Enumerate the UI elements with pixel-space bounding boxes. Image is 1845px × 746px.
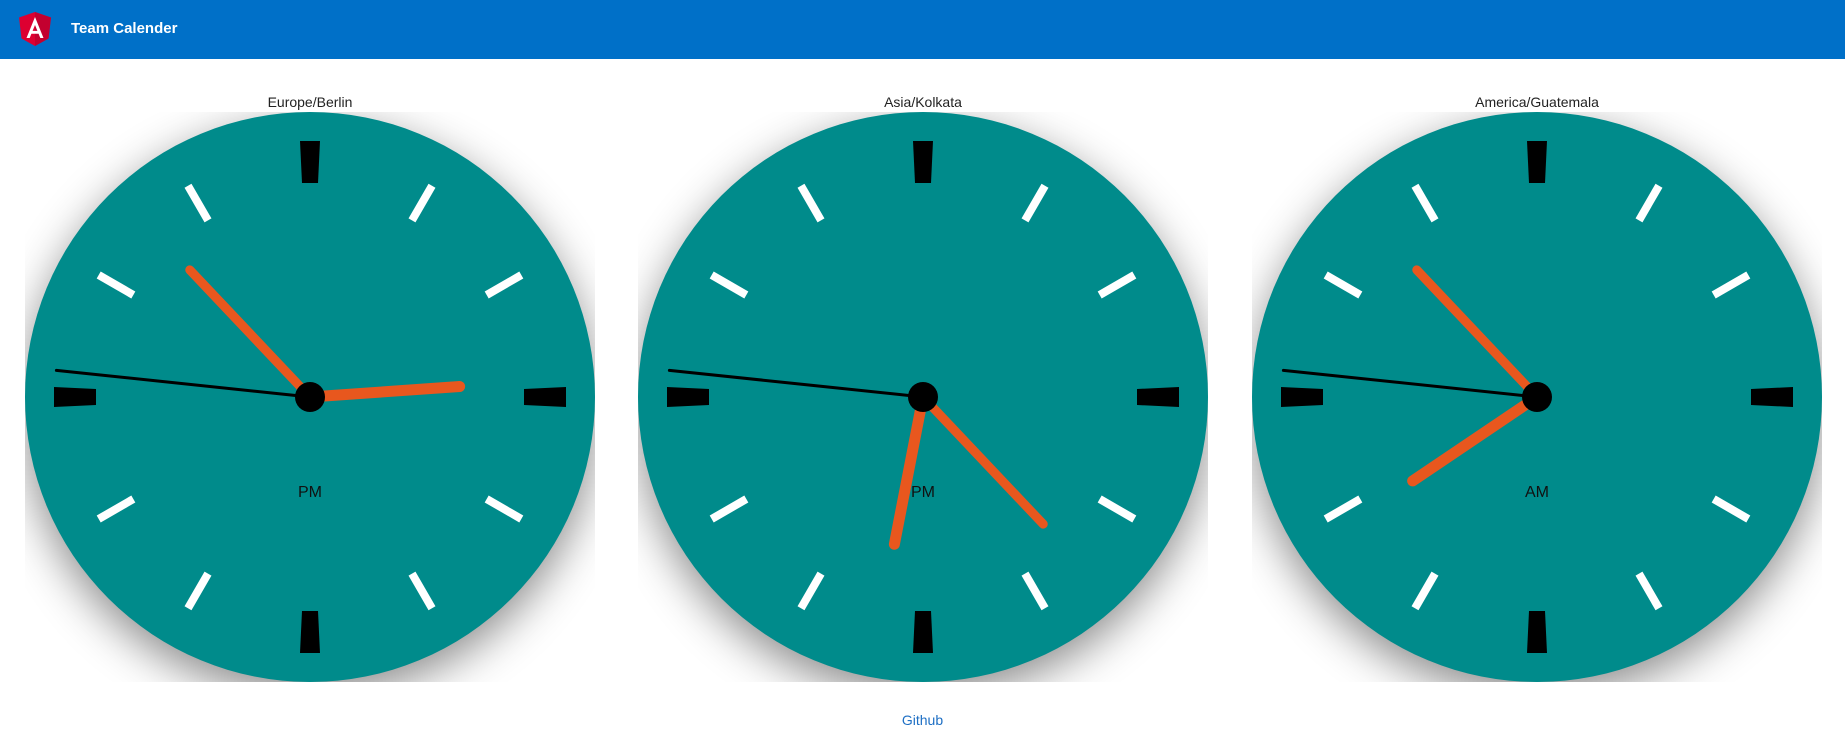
major-tick [1751,387,1793,407]
major-tick [54,387,96,407]
major-tick [300,611,320,653]
angular-logo-icon[interactable] [19,12,51,46]
analog-clock: AM [1252,112,1822,682]
app-title: Team Calender [71,20,178,37]
major-tick [1527,141,1547,183]
clock-europe-berlin: Europe/Berlin PM [25,94,595,684]
am-pm-label: AM [1525,484,1549,501]
major-tick [667,387,709,407]
major-tick [1137,387,1179,407]
clock-asia-kolkata: Asia/Kolkata PM [638,94,1208,684]
clock-america-guatemala: America/Guatemala AM [1252,94,1822,684]
analog-clock: PM [25,112,595,682]
clock-timezone-label: America/Guatemala [1475,94,1599,110]
clock-timezone-label: Asia/Kolkata [884,94,962,110]
analog-clock: PM [638,112,1208,682]
major-tick [1527,611,1547,653]
center-cap [1522,382,1552,412]
top-toolbar: Team Calender [0,0,1845,59]
center-cap [908,382,938,412]
am-pm-label: PM [298,484,322,501]
am-pm-label: PM [911,484,935,501]
major-tick [300,141,320,183]
major-tick [524,387,566,407]
clock-timezone-label: Europe/Berlin [267,94,353,110]
github-link[interactable]: Github [0,712,1845,728]
major-tick [1281,387,1323,407]
major-tick [913,141,933,183]
major-tick [913,611,933,653]
center-cap [295,382,325,412]
